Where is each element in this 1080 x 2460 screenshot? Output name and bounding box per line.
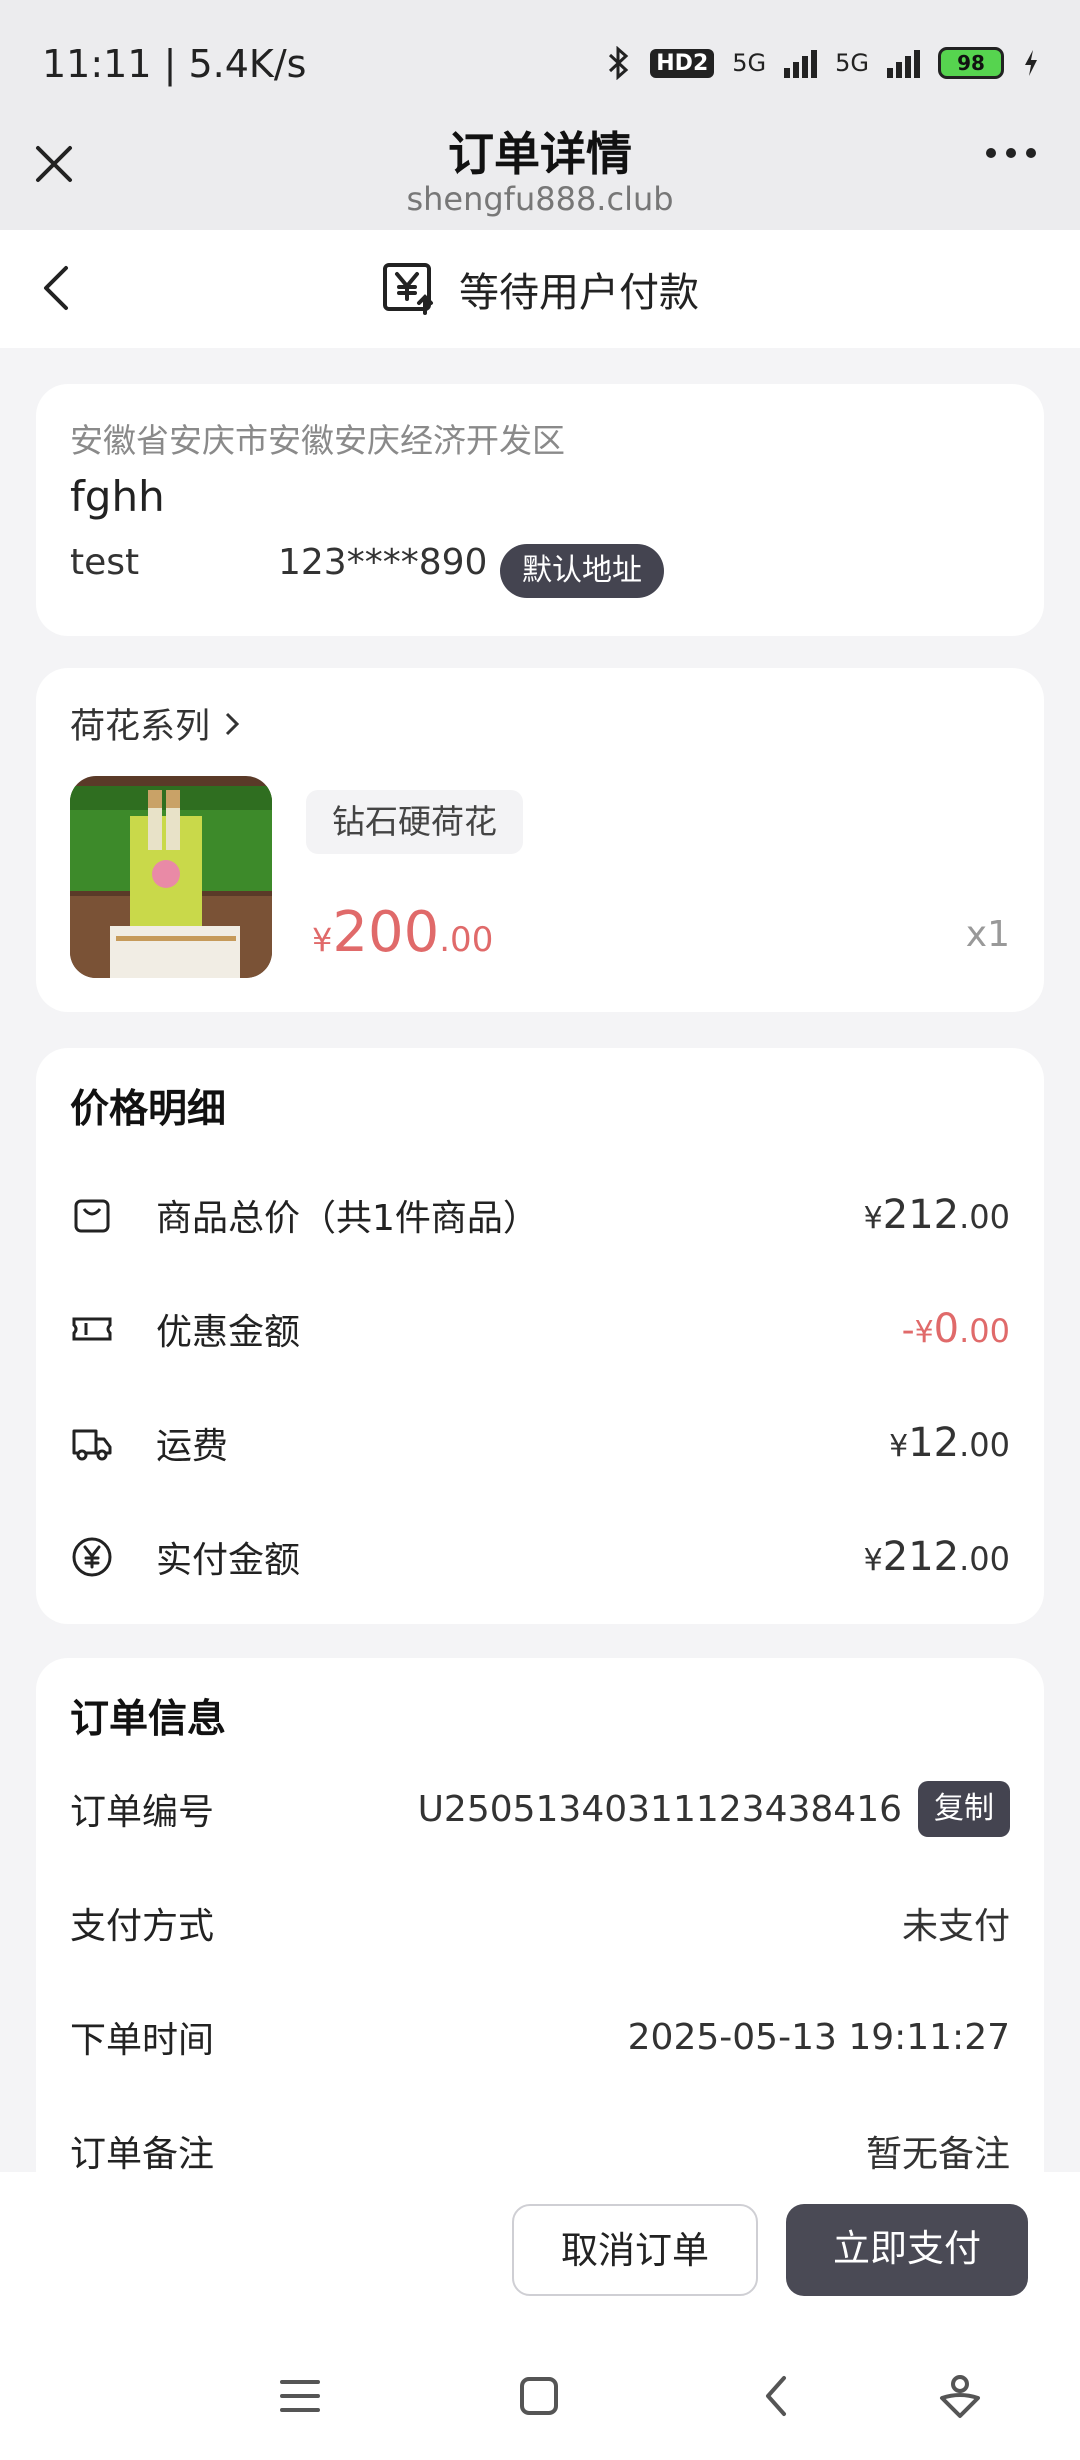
network-5g-label-1: 5G [732, 49, 767, 77]
order-time-label: 下单时间 [70, 2020, 215, 2061]
browser-title: 订单详情 [448, 127, 632, 181]
price-row-decimal: .00 [959, 1426, 1010, 1464]
price-row-label: 优惠金额 [156, 1312, 301, 1353]
product-price: ¥200.00 [312, 900, 493, 965]
copy-button[interactable]: 复制 [918, 1781, 1010, 1837]
price-row-label: 商品总价（共1件商品） [156, 1198, 539, 1239]
ticket-icon [72, 1317, 112, 1341]
signal-icon-2 [887, 48, 920, 78]
battery-level: 98 [957, 51, 985, 75]
price-row-label: 实付金额 [156, 1540, 301, 1581]
order-remark-value: 暂无备注 [865, 2134, 1010, 2175]
order-time-value: 2025-05-13 19:11:27 [627, 2016, 1010, 2058]
price-row-total: 实付金额 ¥212.00 [70, 1522, 1010, 1592]
price-details-card: 价格明细 商品总价（共1件商品） ¥212.00 优惠金额 -¥0.00 运费 … [36, 1048, 1044, 1624]
payment-method-label: 支付方式 [70, 1906, 215, 1947]
bag-icon [74, 1199, 110, 1233]
address-card[interactable]: 安徽省安庆市安徽安庆经济开发区 fghh test 123****890 默认地… [36, 384, 1044, 636]
yen-circle-icon [72, 1537, 112, 1577]
price-integer: 200 [332, 900, 440, 965]
order-remark-label: 订单备注 [70, 2134, 215, 2175]
page-header: 等待用户付款 [0, 230, 1080, 348]
order-status: 等待用户付款 [0, 260, 1080, 318]
more-icon[interactable] [986, 148, 1036, 158]
payment-pending-icon [383, 263, 433, 315]
price-row-discount: 优惠金额 -¥0.00 [70, 1294, 1010, 1364]
price-row-integer: 212 [882, 1534, 960, 1580]
product-series-label: 荷花系列 [70, 707, 211, 747]
price-row-label: 运费 [156, 1426, 229, 1467]
home-icon[interactable] [509, 2366, 569, 2426]
product-quantity: x1 [965, 914, 1010, 955]
product-card: 荷花系列 钻石硬荷花 ¥200.00 x1 [36, 668, 1044, 1012]
price-row-subtotal: 商品总价（共1件商品） ¥212.00 [70, 1180, 1010, 1250]
payment-method-value: 未支付 [901, 1906, 1010, 1947]
price-row-decimal: .00 [959, 1198, 1010, 1236]
menu-icon[interactable] [270, 2366, 330, 2426]
truck-icon [72, 1429, 112, 1461]
order-number-label: 订单编号 [70, 1792, 215, 1833]
default-address-badge: 默认地址 [500, 544, 664, 598]
price-row-integer: 212 [882, 1192, 960, 1238]
product-spec: 钻石硬荷花 [306, 790, 523, 854]
order-time-row: 下单时间 2025-05-13 19:11:27 [70, 2002, 1010, 2072]
price-row-prefix: - [901, 1310, 915, 1351]
status-time: 11:11 | 5.4K/s [42, 42, 307, 86]
bottom-action-bar: 取消订单 立即支付 [0, 2172, 1080, 2332]
assistant-icon[interactable] [930, 2366, 990, 2426]
address-detail: fghh [70, 472, 165, 521]
price-row-shipping: 运费 ¥12.00 [70, 1408, 1010, 1478]
price-row-value: -¥0.00 [902, 1306, 1010, 1352]
cancel-order-button[interactable]: 取消订单 [512, 2204, 758, 2296]
price-row-value: ¥212.00 [864, 1534, 1010, 1580]
chevron-right-icon [225, 712, 240, 735]
battery-icon: 98 [938, 47, 1004, 79]
system-nav-bar [0, 2332, 1080, 2460]
price-row-integer: 0 [933, 1306, 960, 1352]
payment-method-row: 支付方式 未支付 [70, 1888, 1010, 1958]
address-region: 安徽省安庆市安徽安庆经济开发区 [70, 421, 565, 460]
browser-url: shengfu888.club [406, 180, 674, 218]
price-row-currency: ¥ [889, 1429, 909, 1464]
status-icons: HD2 5G 5G 98 [606, 46, 1040, 80]
pay-now-button[interactable]: 立即支付 [786, 2204, 1028, 2296]
price-decimal: .00 [439, 920, 494, 960]
price-row-decimal: .00 [959, 1540, 1010, 1578]
order-number-row: 订单编号 U2505134031112343841​6 复制 [70, 1774, 1010, 1844]
hd-badge: HD2 [650, 48, 715, 78]
top-area: 11:11 | 5.4K/s HD2 5G 5G 98 订单详情 shengfu… [0, 0, 1080, 230]
bluetooth-icon [609, 46, 629, 80]
price-row-value: ¥12.00 [889, 1420, 1010, 1466]
price-currency: ¥ [312, 921, 333, 959]
product-image[interactable] [70, 776, 272, 978]
network-5g-label-2: 5G [835, 49, 869, 77]
price-row-integer: 12 [908, 1420, 960, 1466]
signal-icon-1 [784, 48, 818, 78]
order-status-text: 等待用户付款 [459, 270, 699, 316]
product-series-link[interactable]: 荷花系列 [70, 698, 240, 749]
order-info-title: 订单信息 [70, 1697, 227, 1742]
browser-header: 订单详情 shengfu888.club [0, 110, 1080, 230]
price-row-currency: ¥ [914, 1315, 934, 1350]
price-row-decimal: .00 [959, 1312, 1010, 1350]
contact-name: test [70, 542, 140, 583]
back-nav-icon[interactable] [748, 2366, 808, 2426]
order-number-value: U2505134031112343841​6 [417, 1788, 902, 1830]
charging-icon [1025, 50, 1037, 76]
price-row-currency: ¥ [863, 1201, 883, 1236]
price-row-currency: ¥ [863, 1543, 883, 1578]
price-row-value: ¥212.00 [864, 1192, 1010, 1238]
price-details-title: 价格明细 [70, 1087, 227, 1132]
contact-phone: 123****890 [278, 542, 488, 583]
